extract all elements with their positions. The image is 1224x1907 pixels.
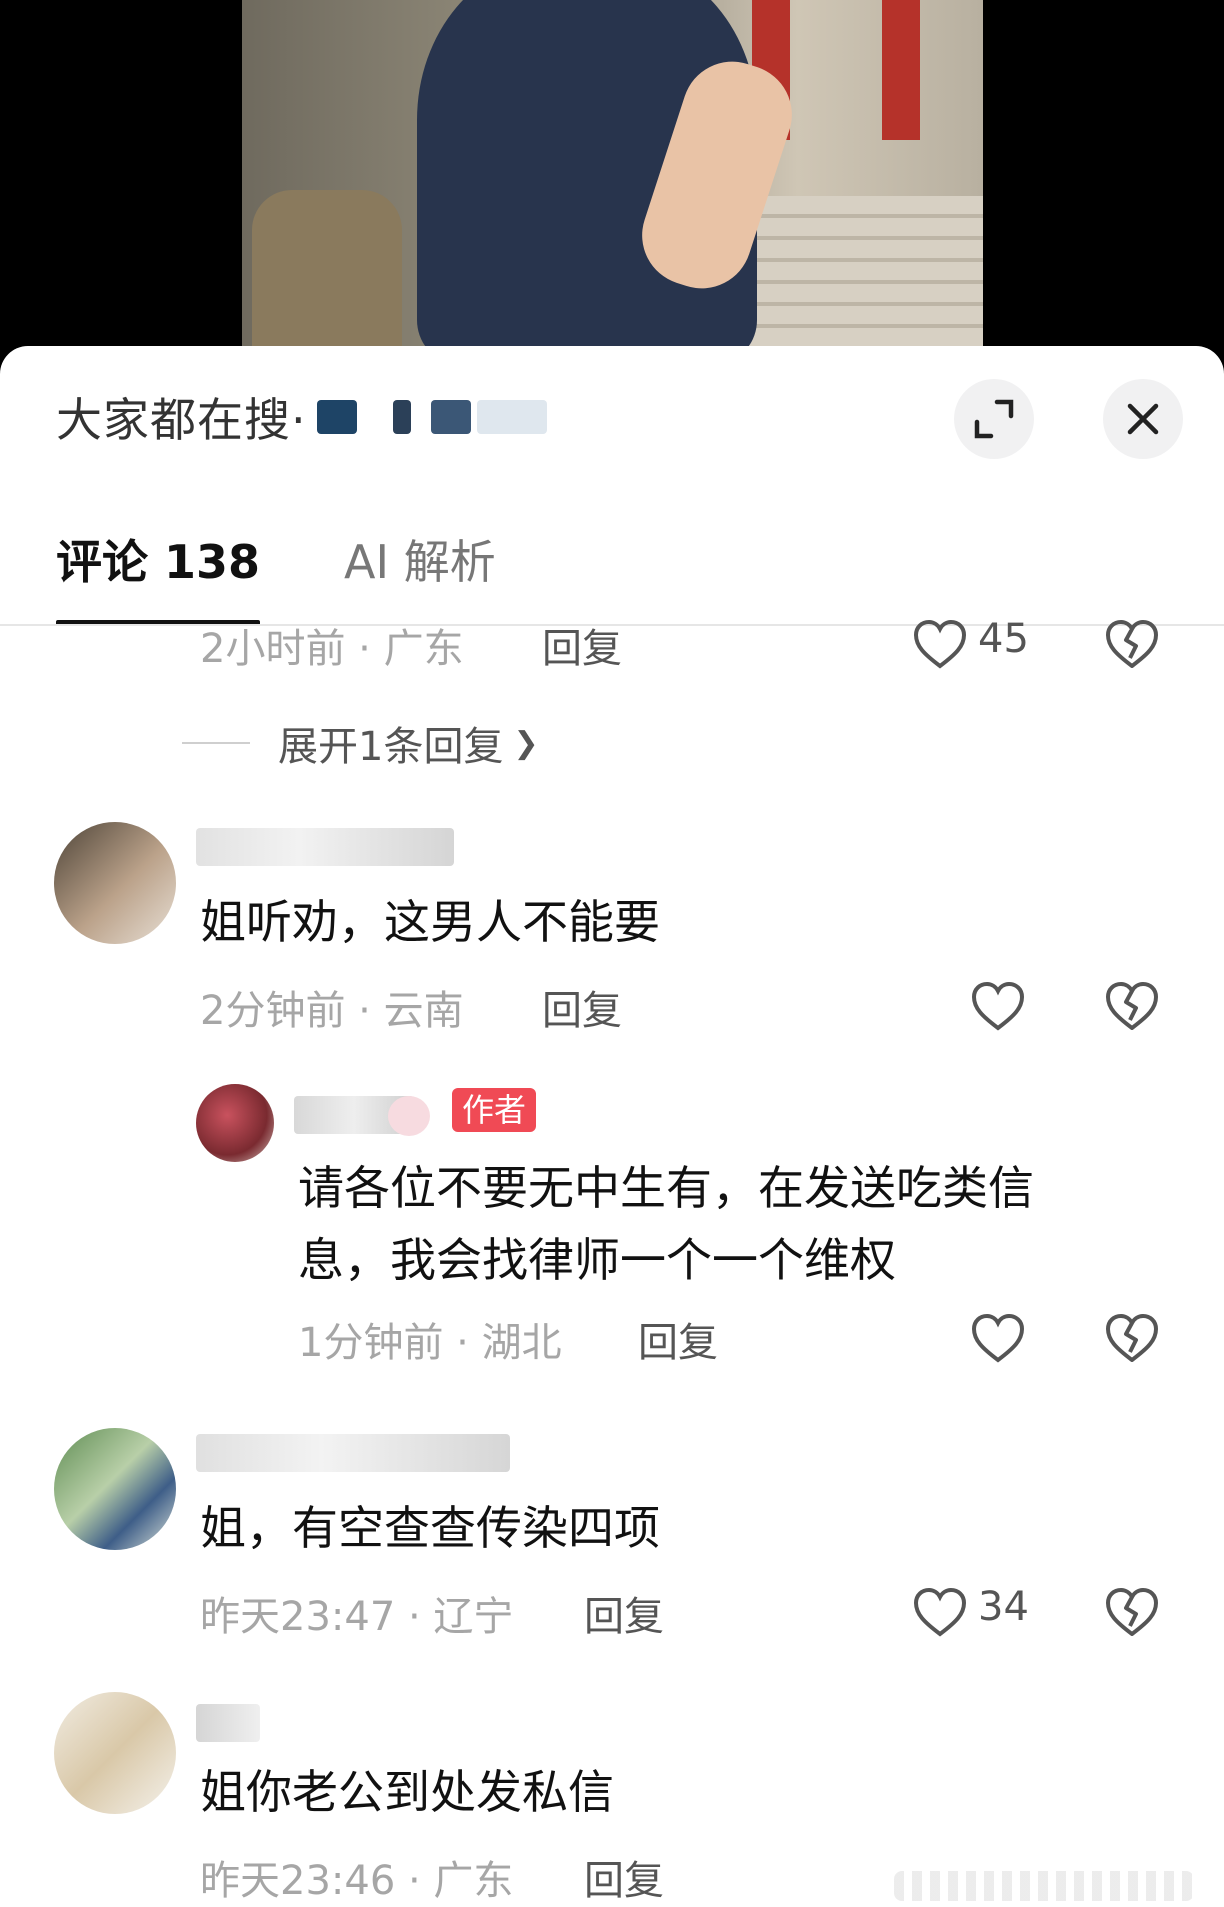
heart-icon[interactable] (912, 1586, 968, 1638)
comment-meta: 昨天23:46 · 广东 (200, 1858, 514, 1904)
broken-heart-icon[interactable] (1104, 618, 1160, 670)
reply-button[interactable]: 回复 (542, 616, 622, 674)
reply-button[interactable]: 回复 (584, 1584, 664, 1642)
trending-search-label: 大家都在搜· (56, 393, 307, 447)
expand-replies-button[interactable]: 展开1条回复 ❯ (182, 714, 539, 772)
blurred-username[interactable] (196, 1434, 510, 1472)
temple-pillar (882, 0, 920, 140)
divider-line (182, 742, 250, 744)
comment-text: 请各位不要无中生有，在发送吃类信息，我会找律师一个一个维权 (298, 1161, 1034, 1287)
chevron-down-icon: ❯ (513, 725, 539, 761)
close-icon (1127, 403, 1159, 435)
video-frame (242, 0, 983, 346)
like-count: 45 (978, 616, 1029, 662)
avatar[interactable] (54, 1428, 176, 1550)
like-count: 34 (978, 1584, 1029, 1630)
blurred-username[interactable] (196, 828, 454, 866)
avatar[interactable] (54, 822, 176, 944)
tab-comments[interactable]: 评论 138 (56, 526, 261, 626)
reply-button[interactable]: 回复 (638, 1310, 718, 1368)
blurred-search-term (476, 400, 547, 434)
expand-icon (974, 399, 1014, 439)
comment-tabs: 评论 138 AI 解析 (56, 526, 580, 626)
incense-pot (252, 190, 402, 346)
expand-replies-label: 展开1条回复 (278, 724, 504, 770)
video-player[interactable] (0, 0, 1224, 360)
profile-emoji (388, 1096, 430, 1136)
close-button[interactable] (1103, 379, 1183, 459)
comment-meta: 2分钟前 · 云南 (200, 988, 464, 1034)
comment-text: 姐，有空查查传染四项 (200, 1501, 660, 1555)
author-badge: 作者 (452, 1088, 537, 1132)
comment-meta: 2小时前 · 广东 (200, 626, 464, 672)
heart-icon[interactable] (970, 980, 1026, 1032)
blurred-search-term (430, 400, 471, 434)
blurred-search-term (316, 400, 357, 434)
blurred-search-term (392, 400, 411, 434)
heart-icon[interactable] (912, 618, 968, 670)
comment-meta: 昨天23:47 · 辽宁 (200, 1594, 514, 1640)
watermark-strip (894, 1871, 1194, 1901)
trending-search[interactable]: 大家都在搜· (56, 384, 547, 450)
expand-button[interactable] (954, 379, 1034, 459)
reply-button[interactable]: 回复 (584, 1848, 664, 1906)
comment-sheet: 大家都在搜· 评论 138 AI 解析 2小时前 · 广东 回复 45 展开1条… (0, 346, 1224, 1907)
heart-icon[interactable] (970, 1312, 1026, 1364)
broken-heart-icon[interactable] (1104, 1586, 1160, 1638)
tab-ai-analysis[interactable]: AI 解析 (344, 526, 496, 620)
comment-text: 姐你老公到处发私信 (200, 1765, 614, 1819)
broken-heart-icon[interactable] (1104, 1312, 1160, 1364)
avatar[interactable] (54, 1692, 176, 1814)
reply-button[interactable]: 回复 (542, 978, 622, 1036)
blurred-username[interactable] (196, 1704, 260, 1742)
broken-heart-icon[interactable] (1104, 980, 1160, 1032)
comment-meta: 1分钟前 · 湖北 (298, 1320, 562, 1366)
author-avatar[interactable] (196, 1084, 274, 1162)
comment-text: 姐听劝，这男人不能要 (200, 895, 660, 949)
